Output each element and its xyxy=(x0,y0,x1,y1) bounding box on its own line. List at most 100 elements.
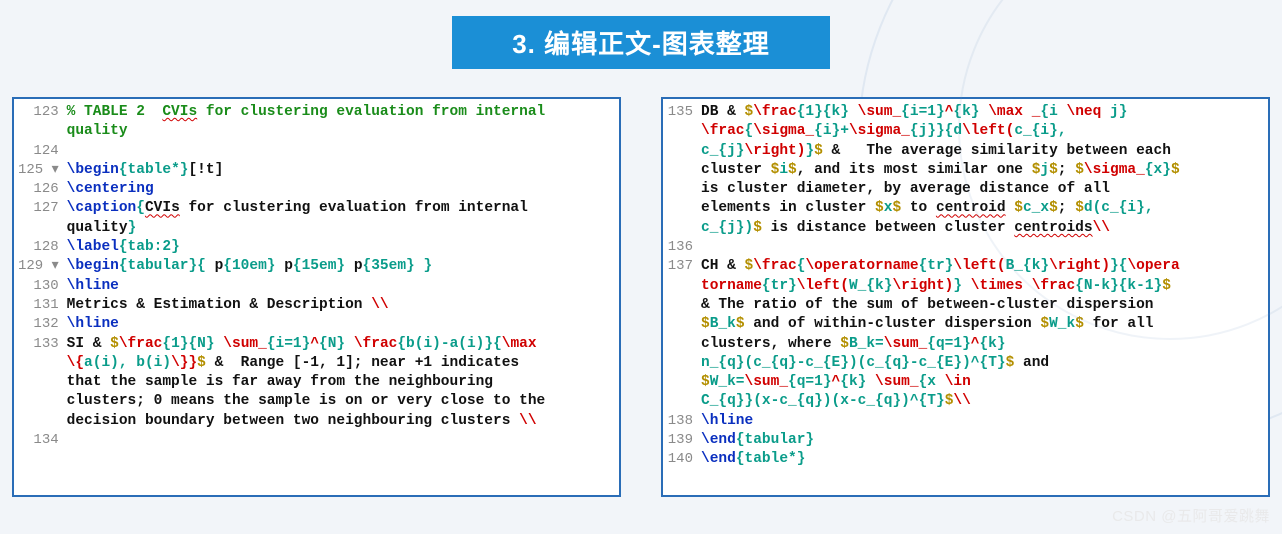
code-line[interactable]: \{a(i), b(i)\}}$ & Range [-1, 1]; near +… xyxy=(67,354,554,373)
code-token: {q}} xyxy=(718,393,753,409)
code-line[interactable]: is cluster diameter, by average distance… xyxy=(701,180,1188,199)
code-token: CVIs xyxy=(162,104,197,120)
code-token: \sigma_ xyxy=(753,123,814,139)
code-token: )^ xyxy=(962,355,979,371)
code-token: \hline xyxy=(67,316,119,332)
code-token: $ xyxy=(197,355,206,371)
code-token: )(c_ xyxy=(849,355,884,371)
code-token: \times \frac xyxy=(962,278,1075,294)
code-token: $ xyxy=(1171,162,1180,178)
code-token: } xyxy=(415,258,432,274)
code-line[interactable]: clusters, where $B_k=\sum_{q=1}^{k} xyxy=(701,335,1188,354)
code-token: {table*} xyxy=(119,162,189,178)
watermark-label: CSDN @五阿哥爱跳舞 xyxy=(1112,508,1270,525)
code-line[interactable]: \caption{CVIs for clustering evaluation … xyxy=(67,199,554,218)
line-number xyxy=(667,161,693,180)
code-line[interactable]: \begin{tabular}{ p{10em} p{15em} p{35em}… xyxy=(67,257,554,276)
code-line[interactable]: CH & $\frac{\operatorname{tr}\left(B_{k}… xyxy=(701,257,1188,276)
code-area-left[interactable]: % TABLE 2 CVIs for clustering evaluation… xyxy=(65,99,560,495)
code-token: that the sample is far away from the nei… xyxy=(67,374,502,390)
code-line[interactable]: $B_k$ and of within-cluster dispersion $… xyxy=(701,315,1188,334)
code-line[interactable]: clusters; 0 means the sample is on or ve… xyxy=(67,392,554,411)
code-line[interactable] xyxy=(701,238,1188,257)
code-line[interactable]: quality} xyxy=(67,219,554,238)
code-token: c_ xyxy=(701,220,718,236)
code-token: {j}}{d xyxy=(910,123,962,139)
code-line[interactable]: C_{q}}(x-c_{q})(x-c_{q})^{T}$\\ xyxy=(701,392,1188,411)
code-line[interactable]: \end{tabular} xyxy=(701,431,1188,450)
code-line[interactable]: % TABLE 2 CVIs for clustering evaluation… xyxy=(67,103,554,122)
code-token: \end xyxy=(701,451,736,467)
code-line[interactable]: \frac{\sigma_{i}+\sigma_{j}}{d\left(c_{i… xyxy=(701,122,1188,141)
code-line[interactable]: that the sample is far away from the nei… xyxy=(67,373,554,392)
code-token: {35em} xyxy=(363,258,415,274)
line-gutter-right: 135136137138139140 xyxy=(663,99,699,495)
code-line[interactable]: \label{tab:2} xyxy=(67,238,554,257)
code-token: centroids xyxy=(1014,220,1092,236)
code-token: $ xyxy=(1006,355,1015,371)
code-line[interactable]: \hline xyxy=(701,412,1188,431)
line-number xyxy=(667,392,693,411)
code-token: to xyxy=(901,200,936,216)
code-token: \left( xyxy=(953,258,1005,274)
code-token: \caption xyxy=(67,200,137,216)
code-token: {i} xyxy=(1119,200,1145,216)
line-number: 138 xyxy=(667,412,693,431)
code-token: \frac xyxy=(701,123,745,139)
code-line[interactable]: cluster $i$, and its most similar one $j… xyxy=(701,161,1188,180)
code-area-right[interactable]: DB & $\frac{1}{k} \sum_{i=1}^{k} \max _{… xyxy=(699,99,1194,495)
code-line[interactable]: DB & $\frac{1}{k} \sum_{i=1}^{k} \max _{… xyxy=(701,103,1188,122)
code-line[interactable]: \hline xyxy=(67,277,554,296)
code-token: $ xyxy=(701,316,710,332)
code-token: \sum_ xyxy=(215,336,267,352)
line-gutter-left: 123124125 ▾126127128129 ▾130131132133134 xyxy=(14,99,65,495)
code-line[interactable]: decision boundary between two neighbouri… xyxy=(67,412,554,431)
code-token: {x} xyxy=(1145,162,1171,178)
line-number xyxy=(18,412,59,431)
code-line[interactable]: c_{j}\right)}$ & The average similarity … xyxy=(701,142,1188,161)
code-token: $ xyxy=(1049,162,1058,178)
line-number: 124 xyxy=(18,142,59,161)
line-number: 129 ▾ xyxy=(18,257,59,276)
code-token: clusters; 0 means the sample is on or ve… xyxy=(67,393,554,409)
code-line[interactable]: \hline xyxy=(67,315,554,334)
code-token: $ xyxy=(753,220,762,236)
code-line[interactable]: & The ratio of the sum of between-cluste… xyxy=(701,296,1188,315)
code-token: for clustering evaluation from internal xyxy=(180,200,537,216)
code-token: \{ xyxy=(67,355,84,371)
code-token: \frac xyxy=(753,258,797,274)
code-line[interactable]: Metrics & Estimation & Description \\ xyxy=(67,296,554,315)
code-token: {T} xyxy=(980,355,1006,371)
code-line[interactable]: n_{q}(c_{q}-c_{E})(c_{q}-c_{E})^{T}$ and xyxy=(701,354,1188,373)
code-line[interactable]: quality xyxy=(67,122,554,141)
code-token: $ xyxy=(1040,316,1049,332)
code-token: \sum_ xyxy=(745,374,789,390)
code-token: B_ xyxy=(1006,258,1023,274)
code-token: \max _ xyxy=(980,104,1041,120)
code-line[interactable]: torname{tr}\left(W_{k}\right)} \times \f… xyxy=(701,277,1188,296)
code-line[interactable]: \centering xyxy=(67,180,554,199)
code-token: {j} xyxy=(718,143,744,159)
code-token: , xyxy=(1145,200,1162,216)
code-token: \right) xyxy=(1049,258,1110,274)
code-line[interactable]: SI & $\frac{1}{N} \sum_{i=1}^{N} \frac{b… xyxy=(67,335,554,354)
code-token: {q} xyxy=(875,393,901,409)
code-line[interactable] xyxy=(67,431,554,450)
line-number xyxy=(667,315,693,334)
code-panel-right: 135136137138139140 DB & $\frac{1}{k} \su… xyxy=(661,97,1270,497)
code-line[interactable]: \end{table*} xyxy=(701,450,1188,469)
code-token: $ xyxy=(892,200,901,216)
line-number: 139 xyxy=(667,431,693,450)
code-token: {T} xyxy=(919,393,945,409)
code-line[interactable]: $W_k=\sum_{q=1}^{k} \sum_{x \in xyxy=(701,373,1188,392)
code-token: c_ xyxy=(701,143,718,159)
line-number: 137 xyxy=(667,257,693,276)
code-line[interactable]: \begin{table*}[!t] xyxy=(67,161,554,180)
code-token: c_ xyxy=(1014,123,1031,139)
code-panels: 123124125 ▾126127128129 ▾130131132133134… xyxy=(0,97,1282,497)
code-line[interactable]: c_{j})$ is distance between cluster cent… xyxy=(701,219,1188,238)
code-line[interactable] xyxy=(67,142,554,161)
code-token: d(c_ xyxy=(1084,200,1119,216)
line-number: 140 xyxy=(667,450,693,469)
code-line[interactable]: elements in cluster $x$ to centroid $c_x… xyxy=(701,199,1188,218)
